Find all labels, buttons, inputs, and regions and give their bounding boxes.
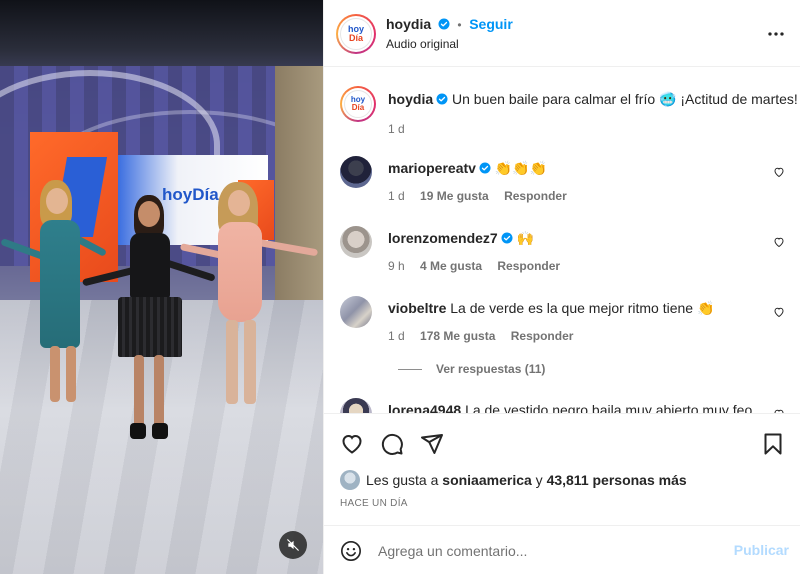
caption-time: 1 d [388, 122, 405, 136]
liker-username[interactable]: soniaamerica [442, 472, 532, 488]
likes-middle: y [535, 472, 543, 488]
replies-line [398, 369, 422, 371]
comment-like-count[interactable]: 19 Me gusta [420, 189, 489, 203]
post-modal: hoyDía hoy Día hoydia • Seguir Audio ori… [0, 0, 800, 574]
comment-text: 👏👏👏 [494, 160, 548, 176]
comment: lorena4948 La de vestido negro baila muy… [340, 398, 785, 413]
speaker-muted-icon [287, 539, 299, 551]
reply-button[interactable]: Responder [504, 189, 567, 203]
liker-avatar [340, 470, 360, 490]
caption-text: Un buen baile para calmar el frío 🥶 ¡Act… [452, 91, 798, 107]
reply-button[interactable]: Responder [497, 259, 560, 273]
commenter-avatar[interactable] [340, 226, 372, 258]
comment-composer: Publicar [324, 525, 800, 574]
likes-summary[interactable]: Les gusta a soniaamerica y 43,811 person… [340, 470, 687, 490]
heart-outline-icon[interactable] [773, 236, 785, 248]
comment-text: 🙌 [516, 230, 535, 246]
caption-username[interactable]: hoydia [388, 91, 433, 107]
comment-icon[interactable] [380, 432, 404, 456]
comment-time: 1 d [388, 189, 405, 203]
verified-badge-icon [438, 18, 450, 30]
likes-prefix: Les gusta a [366, 472, 439, 488]
comment-like-count[interactable]: 4 Me gusta [420, 259, 482, 273]
publish-button[interactable]: Publicar [734, 542, 789, 558]
comment-time: 9 h [388, 259, 405, 273]
comment-like-count[interactable]: 178 Me gusta [420, 329, 495, 343]
comment: lorenzomendez7 🙌 9 h 4 Me gusta Responde… [340, 226, 785, 276]
comment-input[interactable] [378, 539, 718, 563]
comment-username[interactable]: mariopereatv [388, 160, 476, 176]
mute-button[interactable] [279, 531, 307, 559]
dancer-pink [179, 182, 323, 412]
comment-username[interactable]: viobeltre [388, 300, 446, 316]
heart-outline-icon[interactable] [773, 166, 785, 178]
commenter-avatar[interactable] [340, 296, 372, 328]
audio-link[interactable]: Audio original [386, 37, 459, 51]
comments-section[interactable]: hoy Día hoydia Un buen baile para calmar… [324, 68, 800, 413]
comment: viobeltre La de verde es la que mejor ri… [340, 296, 785, 386]
avatar-logo-text: Día [348, 33, 363, 43]
verified-badge-icon [501, 232, 513, 244]
comment-text: La de verde es la que mejor ritmo tiene … [450, 300, 715, 316]
bookmark-icon[interactable] [761, 432, 785, 456]
caption: hoy Día hoydia Un buen baile para calmar… [340, 86, 798, 136]
comment: mariopereatv 👏👏👏 1 d 19 Me gusta Respond… [340, 156, 785, 206]
verified-badge-icon [436, 93, 448, 105]
more-horizontal-icon[interactable] [767, 27, 785, 41]
heart-icon[interactable] [340, 432, 364, 456]
comment-username[interactable]: lorena4948 [388, 402, 461, 413]
author-avatar[interactable]: hoy Día [336, 14, 376, 54]
post-header: hoy Día hoydia • Seguir Audio original [324, 0, 800, 67]
post-side-panel: hoy Día hoydia • Seguir Audio original h… [323, 0, 800, 574]
reply-button[interactable]: Responder [511, 329, 574, 343]
author-avatar[interactable]: hoy Día [340, 86, 376, 122]
comment-time: 1 d [388, 329, 405, 343]
share-icon[interactable] [420, 432, 444, 456]
commenter-avatar[interactable] [340, 156, 372, 188]
view-replies-label: Ver respuestas (11) [436, 362, 546, 376]
author-username[interactable]: hoydia [386, 16, 431, 32]
avatar-logo-text: Día [351, 103, 365, 112]
comment-text: La de vestido negro baila muy abierto mu… [465, 402, 753, 413]
view-replies-button[interactable]: Ver respuestas (11) [398, 362, 545, 376]
heart-outline-icon[interactable] [773, 306, 785, 318]
separator-dot: • [457, 18, 462, 32]
studio-ceiling [0, 0, 323, 70]
comment-username[interactable]: lorenzomendez7 [388, 230, 498, 246]
emoji-icon[interactable] [340, 540, 362, 562]
likes-count[interactable]: 43,811 personas más [547, 472, 687, 488]
commenter-avatar[interactable] [340, 398, 372, 413]
post-video[interactable]: hoyDía [0, 0, 323, 574]
post-timestamp[interactable]: HACE UN DÍA [340, 498, 408, 509]
post-actions: Les gusta a soniaamerica y 43,811 person… [324, 413, 800, 525]
follow-button[interactable]: Seguir [469, 16, 513, 32]
verified-badge-icon [479, 162, 491, 174]
